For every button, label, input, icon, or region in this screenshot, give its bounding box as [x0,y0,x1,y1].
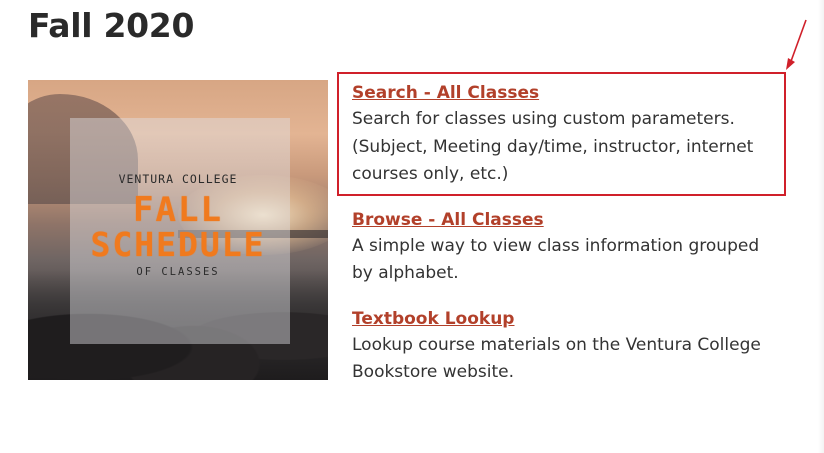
browse-all-classes-description: A simple way to view class information g… [352,235,760,284]
cover-schedule-text: SCHEDULE [90,225,266,264]
page-title: Fall 2020 [28,6,195,45]
fall-schedule-cover-image[interactable]: VENTURA COLLEGE FALL SCHEDULE OF CLASSES [28,80,328,380]
list-item-browse: Browse - All Classes A simple way to vie… [352,209,792,288]
browse-all-classes-link[interactable]: Browse - All Classes [352,209,544,231]
annotation-arrow-icon [786,19,807,70]
page: Fall 2020 VENTURA COLLEGE FALL SCHEDULE … [0,0,824,453]
cover-of-classes-text: OF CLASSES [136,266,220,278]
textbook-lookup-description: Lookup course materials on the Ventura C… [352,334,761,383]
search-all-classes-link[interactable]: Search - All Classes [352,82,539,104]
cover-fall-text: FALL [133,190,223,230]
search-all-classes-description: Search for classes using custom paramete… [352,109,754,184]
list-item-search: Search - All Classes Search for classes … [352,82,792,189]
schedule-links-list: Search - All Classes Search for classes … [352,82,792,407]
textbook-lookup-link[interactable]: Textbook Lookup [352,308,514,330]
cover-college-text: VENTURA COLLEGE [118,172,238,186]
list-item-textbook: Textbook Lookup Lookup course materials … [352,308,792,387]
scroll-edge-shadow [818,0,824,453]
